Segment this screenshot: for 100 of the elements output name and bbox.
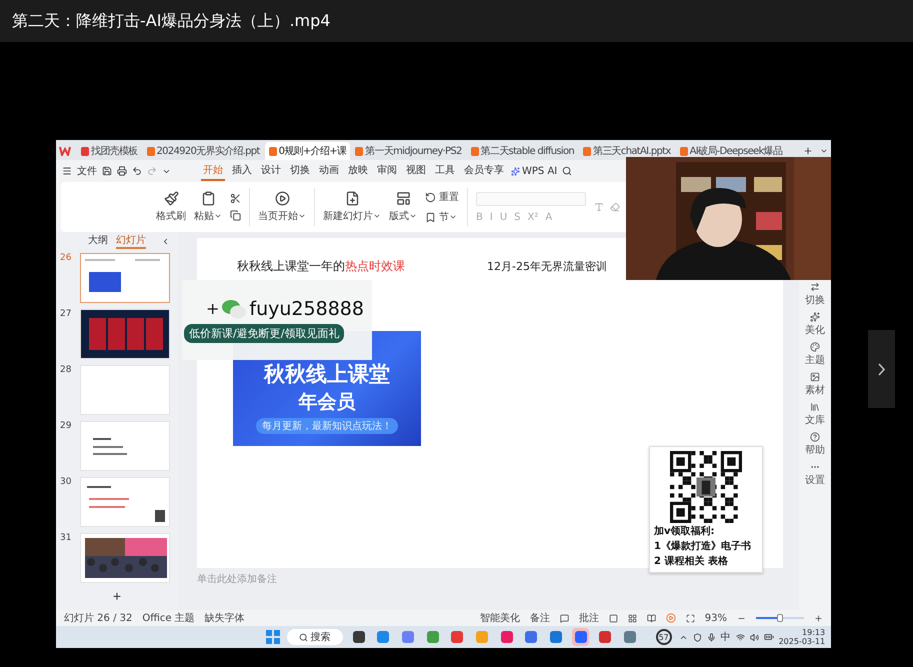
ribbon-tab[interactable]: 设计: [259, 161, 283, 181]
document-tab[interactable]: 2024920无界实介绍.ppt: [142, 142, 264, 160]
new-slide-icon: [344, 191, 360, 206]
comment-icon[interactable]: [560, 614, 569, 622]
panel-tab[interactable]: 幻灯片: [116, 233, 146, 249]
promo-tagline: 低价新课/避免断更/领取见面礼: [184, 324, 344, 342]
ribbon-button[interactable]: 重置: [425, 190, 459, 204]
image-icon: [810, 372, 820, 382]
zoom-level[interactable]: 93%: [704, 612, 727, 624]
search-field[interactable]: 搜索: [286, 629, 343, 645]
notification-badge[interactable]: 57: [656, 629, 672, 645]
collapse-icon[interactable]: [161, 237, 170, 246]
bookmark-icon: [425, 212, 436, 222]
document-tab[interactable]: 第二天stable diffusion: [466, 142, 578, 160]
sparkles-icon: [810, 312, 820, 322]
ribbon-button[interactable]: 粘贴: [194, 191, 222, 223]
ribbon-tab[interactable]: 切换: [288, 161, 312, 181]
input-method[interactable]: 中: [720, 630, 731, 644]
side-tool-button[interactable]: 美化: [805, 312, 825, 337]
ribbon-button[interactable]: 当页开始: [258, 191, 306, 223]
shield-icon[interactable]: [692, 632, 702, 642]
fit-icon[interactable]: [686, 614, 695, 622]
ribbon-tab[interactable]: 审阅: [375, 161, 399, 181]
document-tab[interactable]: 第三天chatAI.pptx: [579, 142, 675, 160]
zoom-in-icon[interactable]: [814, 614, 823, 622]
taskbar-app-icon[interactable]: [572, 628, 590, 646]
theme-label[interactable]: Office 主题: [142, 611, 195, 625]
play-icon: [274, 191, 290, 206]
comments-button[interactable]: 批注: [578, 611, 599, 625]
help-icon: [810, 432, 820, 442]
ribbon-tab[interactable]: 动画: [317, 161, 341, 181]
microphone-icon[interactable]: [706, 632, 716, 642]
caret-icon: [214, 212, 222, 220]
ai-button[interactable]: WPS AI: [511, 166, 558, 176]
new-tab-icon[interactable]: [803, 146, 813, 156]
ribbon-tab[interactable]: 会员专享: [462, 161, 506, 181]
slide-count: 幻灯片 26 / 32: [64, 612, 132, 625]
ribbon-button[interactable]: 节: [425, 210, 459, 224]
print-icon[interactable]: [117, 166, 127, 176]
slide-heading: 秋秋线上课堂一年的热点时效课: [237, 258, 405, 275]
slide-number: 27: [60, 309, 72, 321]
qr-code: [670, 451, 742, 523]
document-tab[interactable]: 第一天midjourney·PS2: [351, 142, 466, 160]
document-tab[interactable]: 0规则+介绍+课: [264, 142, 350, 160]
side-tool-button[interactable]: 切换: [805, 282, 825, 307]
scissors-icon[interactable]: [230, 193, 241, 204]
app-logo-icon[interactable]: [59, 146, 71, 156]
plus-sign: +: [206, 299, 220, 318]
banner-subtitle: 年会员: [298, 390, 356, 415]
wechat-id: fuyu258888: [249, 298, 364, 320]
ribbon-tab[interactable]: 插入: [230, 161, 254, 181]
font-field[interactable]: [476, 192, 586, 206]
side-tool-button[interactable]: 文库: [805, 402, 825, 427]
arrows-icon: [810, 282, 820, 292]
caret-icon: [449, 213, 457, 221]
notes-button[interactable]: 备注: [530, 611, 550, 625]
ribbon-tab[interactable]: 工具: [433, 161, 457, 181]
ribbon-button[interactable]: 格式刷: [156, 191, 186, 223]
caret-icon[interactable]: [820, 147, 828, 155]
sparkles-icon: [511, 166, 520, 176]
missing-font-label[interactable]: 缺失字体: [204, 611, 245, 625]
save-icon[interactable]: [102, 166, 112, 176]
ribbon-button[interactable]: 新建幻灯片: [323, 191, 381, 223]
qr-caption: 2 课程相关 表格: [654, 554, 728, 568]
document-tab[interactable]: 找团壳模板: [77, 142, 142, 160]
start-icon[interactable]: [266, 630, 280, 644]
search-icon: [298, 632, 308, 642]
clock-time: 19:13: [802, 628, 826, 637]
slide-number: 31: [60, 533, 72, 545]
ribbon-button[interactable]: 版式: [389, 191, 417, 223]
menu-icon[interactable]: [62, 166, 72, 176]
grid-view-icon[interactable]: [628, 614, 637, 622]
add-slide-button[interactable]: +: [112, 588, 122, 604]
side-tool-button[interactable]: 主题: [805, 342, 825, 367]
undo-icon[interactable]: [132, 166, 142, 176]
ribbon-tab[interactable]: 视图: [404, 161, 428, 181]
slide-number: 30: [60, 477, 72, 489]
side-tool-button[interactable]: 帮助: [805, 432, 825, 457]
panel-tab[interactable]: 大纲: [88, 233, 108, 249]
volume-icon[interactable]: [750, 632, 759, 642]
play-icon[interactable]: [666, 613, 676, 623]
wifi-icon[interactable]: [736, 632, 745, 642]
palette-icon: [810, 342, 820, 352]
beautify-button[interactable]: 智能美化: [480, 611, 520, 625]
slide-thumbnail[interactable]: [80, 253, 170, 303]
slide-number: 29: [60, 421, 72, 433]
normal-view-icon[interactable]: [608, 614, 618, 622]
side-tool-button[interactable]: 素材: [805, 372, 825, 397]
caret-icon: [298, 212, 306, 220]
copy-icon[interactable]: [230, 210, 241, 221]
side-tool-button[interactable]: 设置: [805, 462, 825, 487]
slide-thumbnail-drawing: [92, 438, 127, 455]
ribbon-tab[interactable]: 放映: [346, 161, 370, 181]
slide-number: 28: [60, 365, 72, 377]
caret-icon: [373, 212, 381, 220]
file-menu[interactable]: 文件: [77, 164, 97, 178]
search-icon[interactable]: [562, 166, 572, 176]
document-tab[interactable]: AI破局-Deepseek爆品: [676, 142, 786, 160]
reading-view-icon[interactable]: [646, 614, 656, 622]
battery-icon[interactable]: [764, 632, 774, 642]
